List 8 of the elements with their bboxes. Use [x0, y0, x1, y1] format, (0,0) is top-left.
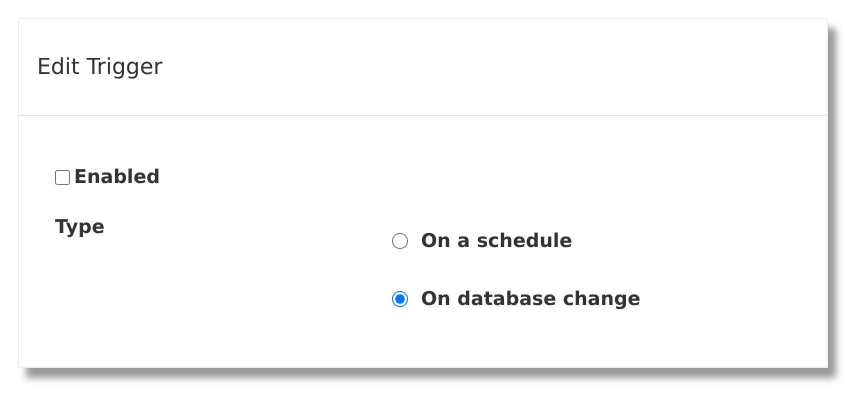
radio-label: On a schedule: [421, 230, 572, 252]
checkbox-label: Enabled: [74, 166, 160, 188]
dialog-title: Edit Trigger: [37, 54, 162, 80]
enabled-checkbox[interactable]: [55, 170, 70, 184]
radio-label: On database change: [421, 288, 640, 310]
radio-button[interactable]: [392, 233, 408, 249]
radio-button[interactable]: [392, 291, 408, 307]
field-label: Type: [55, 216, 106, 240]
